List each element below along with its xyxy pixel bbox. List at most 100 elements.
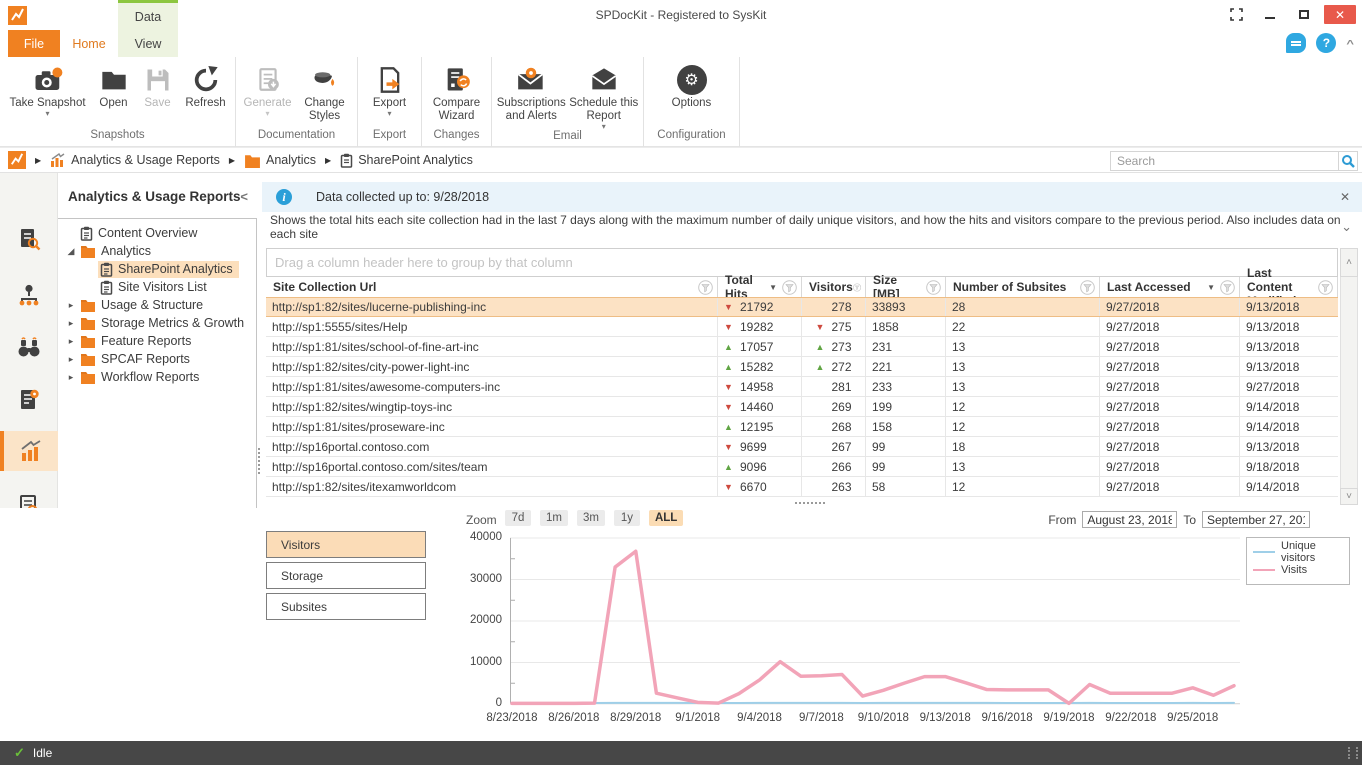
close-button[interactable]: ✕ (1324, 5, 1356, 24)
breadcrumb-item-sharepoint-analytics[interactable]: SharePoint Analytics (340, 153, 473, 168)
zoom-button-all[interactable]: ALL (649, 510, 683, 526)
tree-item-spcaf-reports[interactable]: ▸SPCAF Reports (58, 350, 256, 368)
tree-item-content-overview[interactable]: Content Overview (58, 224, 256, 242)
filter-icon[interactable] (853, 280, 861, 295)
zoom-button-3m[interactable]: 3m (577, 510, 605, 526)
change-styles-button[interactable]: Change Styles (297, 61, 353, 123)
grid-vertical-scrollbar[interactable]: ˄ ˅ (1340, 248, 1358, 505)
table-row[interactable]: http://sp1:82/sites/wingtip-toys-inc▼144… (266, 397, 1338, 417)
tree-expander-collapsed-icon[interactable]: ▸ (64, 318, 78, 329)
info-bar-close-icon[interactable]: ✕ (1340, 190, 1350, 204)
collapse-ribbon-icon[interactable]: ^ (1346, 37, 1354, 49)
column-header-total-hits[interactable]: Total Hits▼ (718, 277, 802, 297)
tree-expander-collapsed-icon[interactable]: ▸ (64, 372, 78, 383)
tree-item-storage-metrics-growth[interactable]: ▸Storage Metrics & Growth (58, 314, 256, 332)
horizontal-splitter-grip[interactable] (795, 502, 825, 506)
zoom-button-7d[interactable]: 7d (505, 510, 531, 526)
filter-icon[interactable] (926, 280, 941, 295)
maximize-button[interactable] (1290, 5, 1318, 24)
cell-visitors: ▼275 (802, 317, 866, 336)
table-row[interactable]: http://sp1:82/sites/itexamworldcom▼66702… (266, 477, 1338, 497)
rail-item-audit[interactable] (0, 380, 58, 420)
tree-expander-collapsed-icon[interactable]: ▸ (64, 354, 78, 365)
fullscreen-button[interactable] (1222, 5, 1250, 24)
breadcrumb-item-analytics[interactable]: Analytics (244, 153, 316, 168)
table-row[interactable]: http://sp1:81/sites/awesome-computers-in… (266, 377, 1338, 397)
rail-item-report-explorer[interactable] (0, 219, 58, 259)
resize-grip[interactable] (1348, 747, 1358, 759)
filter-icon[interactable] (782, 280, 797, 295)
tab-home[interactable]: Home (60, 30, 118, 57)
table-row[interactable]: http://sp1:5555/sites/Help▼19282▼2751858… (266, 317, 1338, 337)
compare-wizard-button[interactable]: Compare Wizard (427, 61, 487, 123)
tab-file[interactable]: File (8, 30, 60, 57)
tree-item-site-visitors-list[interactable]: Site Visitors List (58, 278, 256, 296)
take-snapshot-button[interactable]: Take Snapshot ▾ (5, 61, 91, 123)
group-label-snapshots: Snapshots (4, 129, 231, 147)
tab-view[interactable]: View (118, 30, 178, 57)
filter-icon[interactable] (1220, 280, 1235, 295)
group-label-configuration: Configuration (648, 129, 735, 147)
scroll-up-icon[interactable]: ˄ (1340, 248, 1358, 277)
minimize-button[interactable] (1256, 5, 1284, 24)
rail-item-permissions[interactable] (0, 275, 58, 315)
table-row[interactable]: http://sp16portal.contoso.com▼9699267991… (266, 437, 1338, 457)
table-row[interactable]: http://sp1:82/sites/lucerne-publishing-i… (266, 297, 1338, 317)
from-date-input[interactable] (1082, 511, 1177, 528)
vertical-splitter-grip[interactable] (258, 448, 262, 474)
table-row[interactable]: http://sp16portal.contoso.com/sites/team… (266, 457, 1338, 477)
refresh-button[interactable]: Refresh (181, 61, 231, 123)
fullscreen-icon (1230, 8, 1243, 21)
rail-item-explore[interactable] (0, 328, 58, 368)
table-row[interactable]: http://sp1:81/sites/school-of-fine-art-i… (266, 337, 1338, 357)
rail-item-analytics[interactable] (0, 431, 58, 471)
column-header-visitors[interactable]: Visitors (802, 277, 866, 297)
tree-item-sharepoint-analytics[interactable]: SharePoint Analytics (58, 260, 256, 278)
column-header-size-mb[interactable]: Size [MB] (866, 277, 946, 297)
open-button[interactable]: Open (93, 61, 135, 123)
chart-toggle-visitors[interactable]: Visitors (266, 531, 426, 558)
chart-toggle-storage[interactable]: Storage (266, 562, 426, 589)
to-date-input[interactable] (1202, 511, 1310, 528)
tree-expander-expanded-icon[interactable]: ◢ (64, 246, 78, 257)
filter-icon[interactable] (1080, 280, 1095, 295)
filter-icon[interactable] (1318, 280, 1333, 295)
tree-item-feature-reports[interactable]: ▸Feature Reports (58, 332, 256, 350)
table-row[interactable]: http://sp1:82/sites/city-power-light-inc… (266, 357, 1338, 377)
description-expand-icon[interactable]: ⌄ (1341, 219, 1352, 235)
search-button[interactable] (1338, 151, 1358, 171)
options-button[interactable]: ⚙ Options (662, 61, 722, 123)
feedback-chat-icon[interactable] (1286, 33, 1306, 53)
tree-item-workflow-reports[interactable]: ▸Workflow Reports (58, 368, 256, 386)
scrollbar-track[interactable] (1340, 277, 1358, 488)
filter-icon[interactable] (698, 280, 713, 295)
tab-data[interactable]: Data (118, 3, 178, 30)
subscriptions-alerts-button[interactable]: Subscriptions and Alerts (496, 61, 567, 123)
tree-expander-collapsed-icon[interactable]: ▸ (64, 300, 78, 311)
column-header-last-accessed[interactable]: Last Accessed▼ (1100, 277, 1240, 297)
table-row[interactable]: http://sp1:81/sites/proseware-inc▲121952… (266, 417, 1338, 437)
schedule-report-button[interactable]: Schedule this Report ▾ (569, 61, 640, 130)
x-axis-tick-label: 8/29/2018 (604, 712, 668, 724)
column-header-last-content-modified[interactable]: Last Content Modified (1240, 277, 1338, 297)
breadcrumb-item-analytics-usage-reports[interactable]: Analytics & Usage Reports (50, 153, 220, 167)
cell-url: http://sp1:82/sites/city-power-light-inc (266, 357, 718, 376)
group-by-panel[interactable]: Drag a column header here to group by th… (266, 248, 1338, 277)
zoom-button-1y[interactable]: 1y (614, 510, 640, 526)
export-button[interactable]: Export ▾ (363, 61, 417, 123)
dropdown-caret-icon: ▾ (387, 110, 391, 117)
tree-item-analytics[interactable]: ◢Analytics (58, 242, 256, 260)
ribbon-group-email: Subscriptions and Alerts Schedule this R… (492, 57, 644, 147)
tree-expander-collapsed-icon[interactable]: ▸ (64, 336, 78, 347)
tree-item-usage-structure[interactable]: ▸Usage & Structure (58, 296, 256, 314)
collapse-panel-icon[interactable]: < (240, 189, 248, 204)
help-icon[interactable]: ? (1316, 33, 1336, 53)
column-header-number-of-subsites[interactable]: Number of Subsites (946, 277, 1100, 297)
search-input[interactable] (1110, 151, 1338, 171)
scroll-down-icon[interactable]: ˅ (1340, 488, 1358, 505)
home-logo-icon[interactable] (8, 151, 26, 169)
chart-toggle-subsites[interactable]: Subsites (266, 593, 426, 620)
zoom-button-1m[interactable]: 1m (540, 510, 568, 526)
report-description: Shows the total hits each site collectio… (270, 213, 1362, 241)
column-header-site-collection-url[interactable]: Site Collection Url (266, 277, 718, 297)
